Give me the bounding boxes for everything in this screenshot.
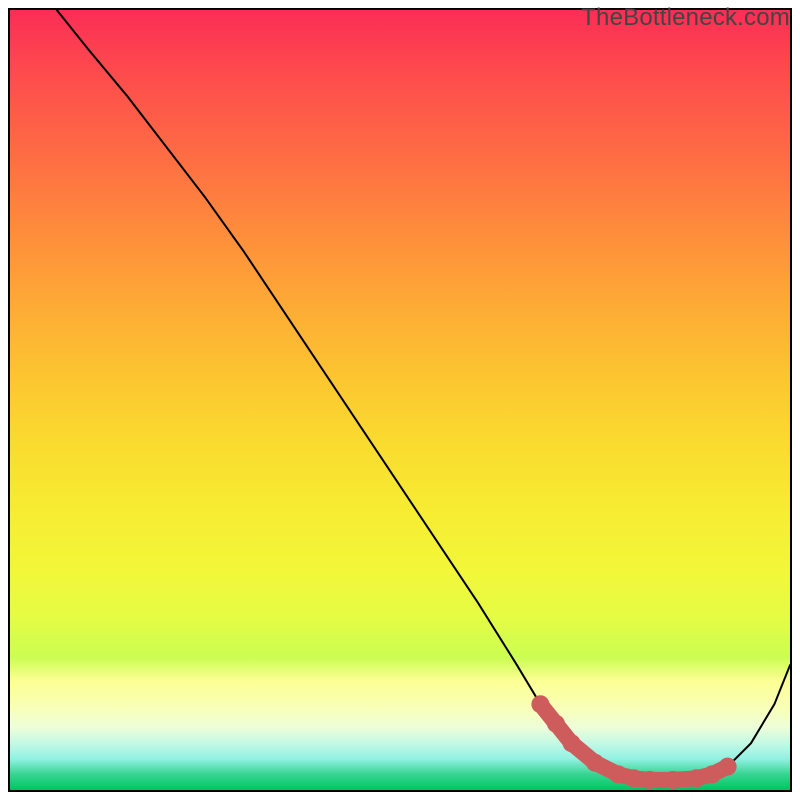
optimal-zone-dot	[641, 771, 659, 789]
curve-layer	[10, 10, 790, 790]
optimal-zone-dot	[625, 769, 643, 787]
optimal-zone-dot	[703, 765, 721, 783]
optimal-zone-dot	[719, 758, 737, 776]
chart-canvas: TheBottleneck.com	[0, 0, 800, 800]
bottleneck-curve	[57, 10, 790, 780]
watermark-text: TheBottleneck.com	[581, 4, 790, 32]
optimal-zone-markers	[531, 695, 736, 789]
optimal-zone-dot	[664, 771, 682, 789]
optimal-zone-dot	[586, 754, 604, 772]
optimal-zone-dot	[609, 765, 627, 783]
plot-area	[8, 8, 792, 792]
optimal-zone-dot	[547, 715, 565, 733]
optimal-zone-dot	[563, 734, 581, 752]
optimal-zone-dot	[687, 769, 705, 787]
optimal-zone-dot	[531, 695, 549, 713]
